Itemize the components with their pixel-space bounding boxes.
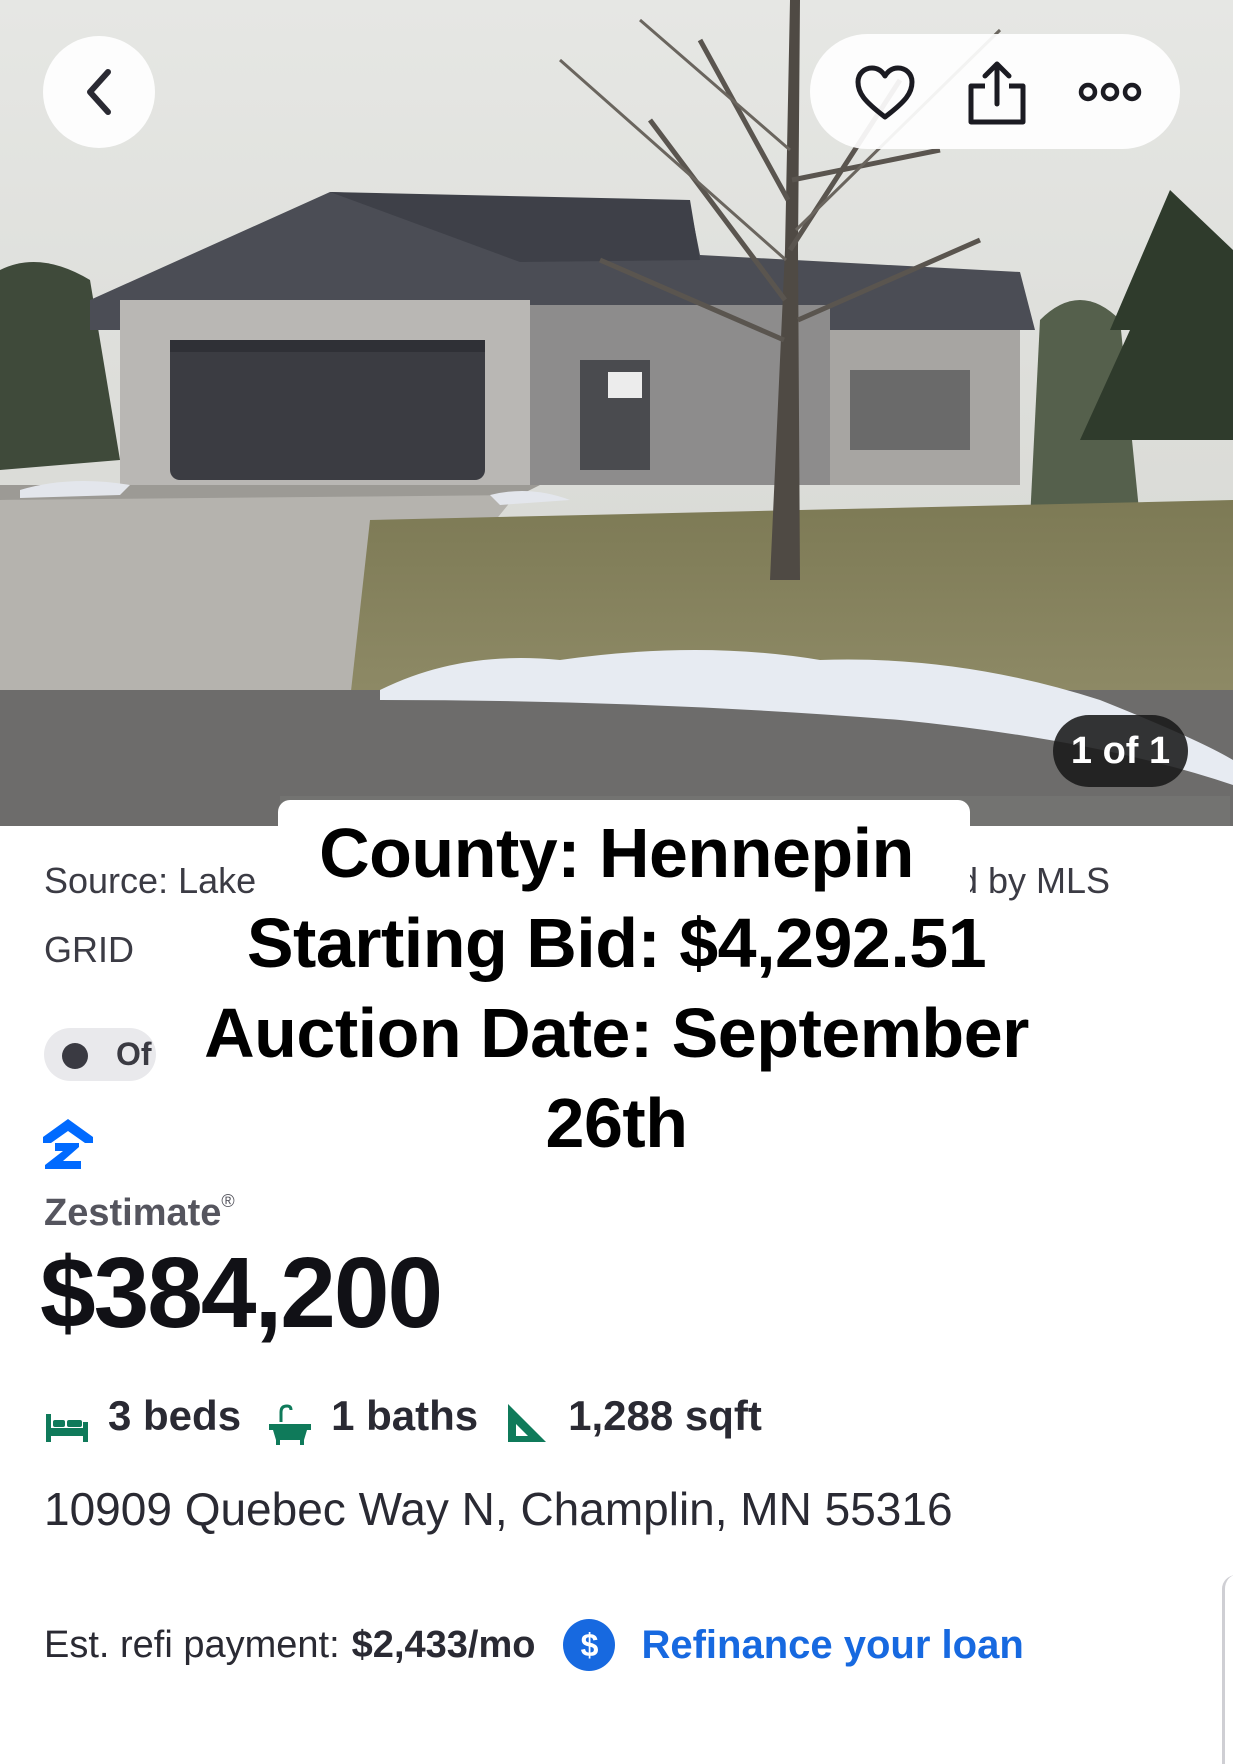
baths-fact: 1 baths <box>267 1386 478 1446</box>
baths-text: 1 baths <box>331 1392 479 1439</box>
photo-counter: 1 of 1 <box>1053 715 1188 787</box>
refi-value: $2,433/mo <box>351 1623 536 1666</box>
home-facts: 3 beds 1 baths 1,288 sqft <box>44 1386 788 1446</box>
caption-auction-day: 26th <box>545 1084 688 1162</box>
area-ruler-icon <box>508 1404 547 1442</box>
heart-icon <box>855 65 915 120</box>
dollar-icon: $ <box>563 1619 616 1671</box>
refinance-link[interactable]: Refinance your loan <box>641 1623 1023 1668</box>
beds-fact: 3 beds <box>44 1386 241 1446</box>
sqft-text: 1,288 sqft <box>568 1392 762 1439</box>
more-icon <box>1078 82 1142 102</box>
caption-auction-date: Auction Date: September <box>204 994 1029 1072</box>
zestimate-label-text: Zestimate <box>44 1192 222 1234</box>
back-button[interactable] <box>43 36 155 148</box>
share-button[interactable] <box>962 58 1032 128</box>
caption-county: County: Hennepin <box>319 814 914 892</box>
registered-mark: ® <box>221 1191 235 1212</box>
beds-text: 3 beds <box>108 1392 242 1439</box>
bed-icon <box>46 1414 88 1442</box>
save-button[interactable] <box>852 60 918 126</box>
refi-label: Est. refi payment: <box>44 1623 340 1666</box>
share-icon <box>968 61 1026 125</box>
caption-starting-bid: Starting Bid: $4,292.51 <box>246 904 987 982</box>
listing-photo[interactable]: 1 of 1 <box>0 0 1233 826</box>
zestimate-value: $384,200 <box>40 1237 443 1349</box>
scroll-edge-handle <box>1222 1575 1233 1764</box>
zestimate-label: Zestimate® <box>44 1191 235 1235</box>
more-button[interactable] <box>1075 72 1145 112</box>
chevron-left-icon <box>87 69 111 115</box>
sqft-fact: 1,288 sqft <box>504 1386 762 1446</box>
refi-row: Est. refi payment: $2,433/mo $ Refinance… <box>44 1617 1024 1673</box>
bathtub-icon <box>269 1404 312 1445</box>
property-address: 10909 Quebec Way N, Champlin, MN 55316 <box>44 1483 953 1535</box>
